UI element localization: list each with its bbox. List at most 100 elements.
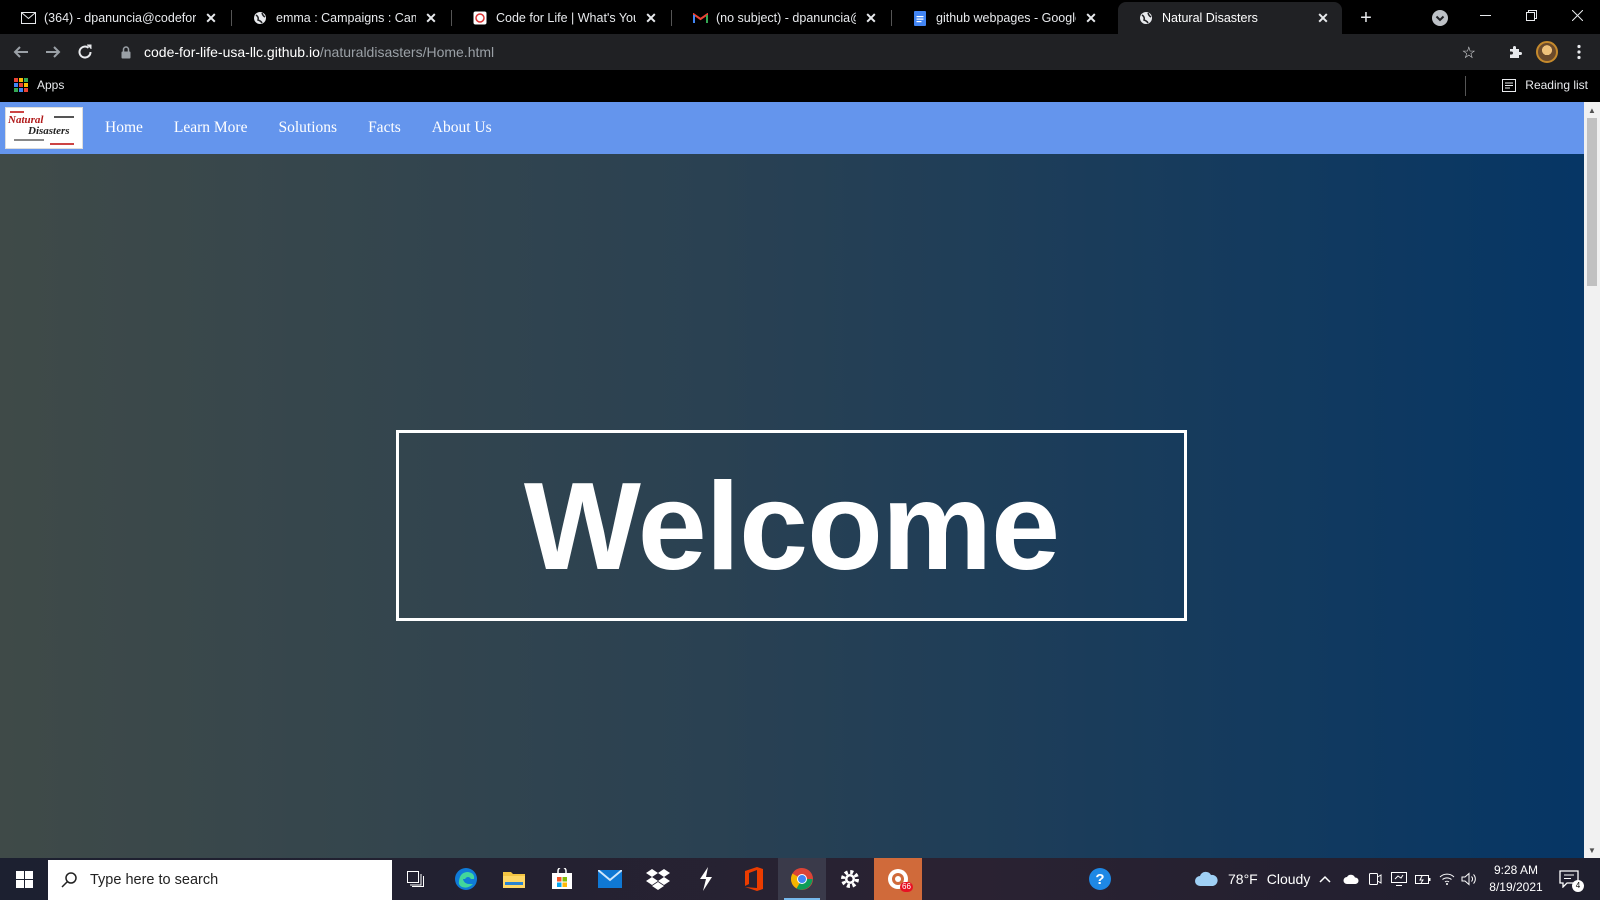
logo-decoration xyxy=(50,143,74,145)
weather-widget[interactable]: 78°F Cloudy xyxy=(1194,858,1310,900)
globe-icon xyxy=(1138,10,1154,26)
browser-toolbar: code-for-life-usa-llc.github.io/naturald… xyxy=(0,34,1600,70)
tab-code-for-life[interactable]: Code for Life | What's Your Code ✕ xyxy=(452,2,670,34)
tab-title: (no subject) - dpanuncia@gmail.com xyxy=(716,11,856,25)
close-tab-icon[interactable]: ✕ xyxy=(642,9,660,27)
svg-text:?: ? xyxy=(1095,871,1104,888)
welcome-banner: Welcome xyxy=(396,430,1187,621)
avatar xyxy=(1536,41,1558,63)
tab-title: emma : Campaigns : Campaigns xyxy=(276,11,416,25)
app-badge: 66 xyxy=(900,882,913,892)
reload-icon[interactable] xyxy=(71,38,99,66)
nav-facts[interactable]: Facts xyxy=(353,102,417,154)
onedrive-cloud-icon[interactable] xyxy=(1342,870,1360,888)
lock-icon[interactable] xyxy=(120,45,132,59)
chrome-icon[interactable] xyxy=(778,858,826,900)
nav-solutions[interactable]: Solutions xyxy=(263,102,353,154)
site-logo[interactable]: Natural Disasters xyxy=(0,102,88,154)
bookmarks-bar: Apps Reading list xyxy=(0,70,1600,102)
tab-title: Natural Disasters xyxy=(1162,11,1258,25)
close-tab-icon[interactable]: ✕ xyxy=(1082,9,1100,27)
scroll-up-icon[interactable]: ▲ xyxy=(1584,102,1600,118)
nav-learn-more[interactable]: Learn More xyxy=(158,102,263,154)
new-tab-button[interactable]: + xyxy=(1352,4,1380,32)
bookmark-star-icon[interactable]: ☆ xyxy=(1462,43,1476,63)
photos-app-icon[interactable]: 66 xyxy=(874,858,922,900)
globe-icon xyxy=(252,10,268,26)
tab-emma-campaigns[interactable]: emma : Campaigns : Campaigns ✕ xyxy=(232,2,450,34)
close-tab-icon[interactable]: ✕ xyxy=(1314,9,1332,27)
bolt-app-icon[interactable] xyxy=(682,858,730,900)
apps-label: Apps xyxy=(37,78,65,92)
start-button[interactable] xyxy=(0,858,48,900)
settings-gear-icon[interactable] xyxy=(826,858,874,900)
weather-temp: 78°F xyxy=(1228,871,1258,887)
edge-browser-icon[interactable] xyxy=(442,858,490,900)
search-placeholder: Type here to search xyxy=(90,872,219,888)
close-tab-icon[interactable]: ✕ xyxy=(202,9,220,27)
bookmarks-divider xyxy=(1465,76,1466,96)
windows-taskbar: Type here to search 66 ? 78°F Cloudy 9:2… xyxy=(0,858,1600,900)
extensions-icon[interactable] xyxy=(1502,39,1528,65)
microsoft-store-icon[interactable] xyxy=(538,858,586,900)
close-tab-icon[interactable]: ✕ xyxy=(422,9,440,27)
reading-list-label: Reading list xyxy=(1525,78,1588,92)
forward-arrow-icon[interactable] xyxy=(39,38,67,66)
meet-now-icon[interactable] xyxy=(1366,870,1384,888)
mail-app-icon[interactable] xyxy=(586,858,634,900)
taskbar-search-input[interactable]: Type here to search xyxy=(48,860,392,900)
nav-about-us[interactable]: About Us xyxy=(416,102,507,154)
search-icon xyxy=(60,871,78,889)
scrollbar-thumb[interactable] xyxy=(1587,118,1597,286)
back-arrow-icon[interactable] xyxy=(7,38,35,66)
weather-condition: Cloudy xyxy=(1266,871,1311,887)
tab-email[interactable]: (364) - dpanuncia@codeforlife.us ✕ xyxy=(0,2,230,34)
windows-logo-icon xyxy=(15,870,33,888)
nav-home[interactable]: Home xyxy=(88,102,158,154)
close-window-icon[interactable] xyxy=(1554,0,1600,30)
reading-list-icon xyxy=(1502,78,1517,92)
chevron-up-icon[interactable] xyxy=(1316,870,1334,888)
notification-center-icon[interactable]: 4 xyxy=(1556,868,1584,892)
cloud-icon xyxy=(1194,871,1218,887)
notifications-count: 4 xyxy=(1572,880,1584,892)
tab-google-docs[interactable]: github webpages - Google Docs ✕ xyxy=(892,2,1110,34)
tab-natural-disasters[interactable]: Natural Disasters ✕ xyxy=(1118,2,1342,34)
minimize-icon[interactable] xyxy=(1462,0,1508,30)
help-icon[interactable]: ? xyxy=(1076,858,1124,900)
volume-icon[interactable] xyxy=(1460,870,1478,888)
logo-decoration xyxy=(14,139,44,141)
page-title: Welcome xyxy=(523,457,1060,596)
battery-icon[interactable] xyxy=(1414,870,1432,888)
browser-tab-strip: (364) - dpanuncia@codeforlife.us ✕ emma … xyxy=(0,0,1600,34)
restore-icon[interactable] xyxy=(1508,0,1554,30)
logo-image: Natural Disasters xyxy=(5,107,83,149)
tab-gmail[interactable]: (no subject) - dpanuncia@gmail.com ✕ xyxy=(672,2,890,34)
reading-list-button[interactable]: Reading list xyxy=(1502,78,1588,92)
close-tab-icon[interactable]: ✕ xyxy=(862,9,880,27)
task-view-icon[interactable] xyxy=(392,858,440,900)
office-icon[interactable] xyxy=(730,858,778,900)
address-bar[interactable]: code-for-life-usa-llc.github.io/naturald… xyxy=(106,37,1490,67)
file-explorer-icon[interactable] xyxy=(490,858,538,900)
tab-title: Code for Life | What's Your Code xyxy=(496,11,636,25)
url-host: code-for-life-usa-llc.github.io xyxy=(144,44,320,60)
page-viewport: Natural Disasters Home Learn More Soluti… xyxy=(0,102,1584,858)
site-navbar: Natural Disasters Home Learn More Soluti… xyxy=(0,102,1584,154)
apps-shortcut[interactable]: Apps xyxy=(14,78,64,92)
logo-decoration xyxy=(10,111,24,113)
dropbox-icon[interactable] xyxy=(634,858,682,900)
browser-menu-icon[interactable] xyxy=(1566,39,1592,65)
profile-avatar[interactable] xyxy=(1534,39,1560,65)
codeforlife-icon xyxy=(472,10,488,26)
page-scrollbar[interactable]: ▲ ▼ xyxy=(1584,102,1600,858)
apps-grid-icon xyxy=(14,78,28,92)
tab-search-icon[interactable] xyxy=(1428,6,1452,30)
display-icon[interactable] xyxy=(1390,870,1408,888)
wifi-icon[interactable] xyxy=(1438,870,1456,888)
taskbar-clock[interactable]: 9:28 AM 8/19/2021 xyxy=(1480,862,1552,896)
docs-icon xyxy=(912,10,928,26)
clock-time: 9:28 AM xyxy=(1493,863,1539,877)
scroll-down-icon[interactable]: ▼ xyxy=(1584,842,1600,858)
tab-title: github webpages - Google Docs xyxy=(936,11,1076,25)
